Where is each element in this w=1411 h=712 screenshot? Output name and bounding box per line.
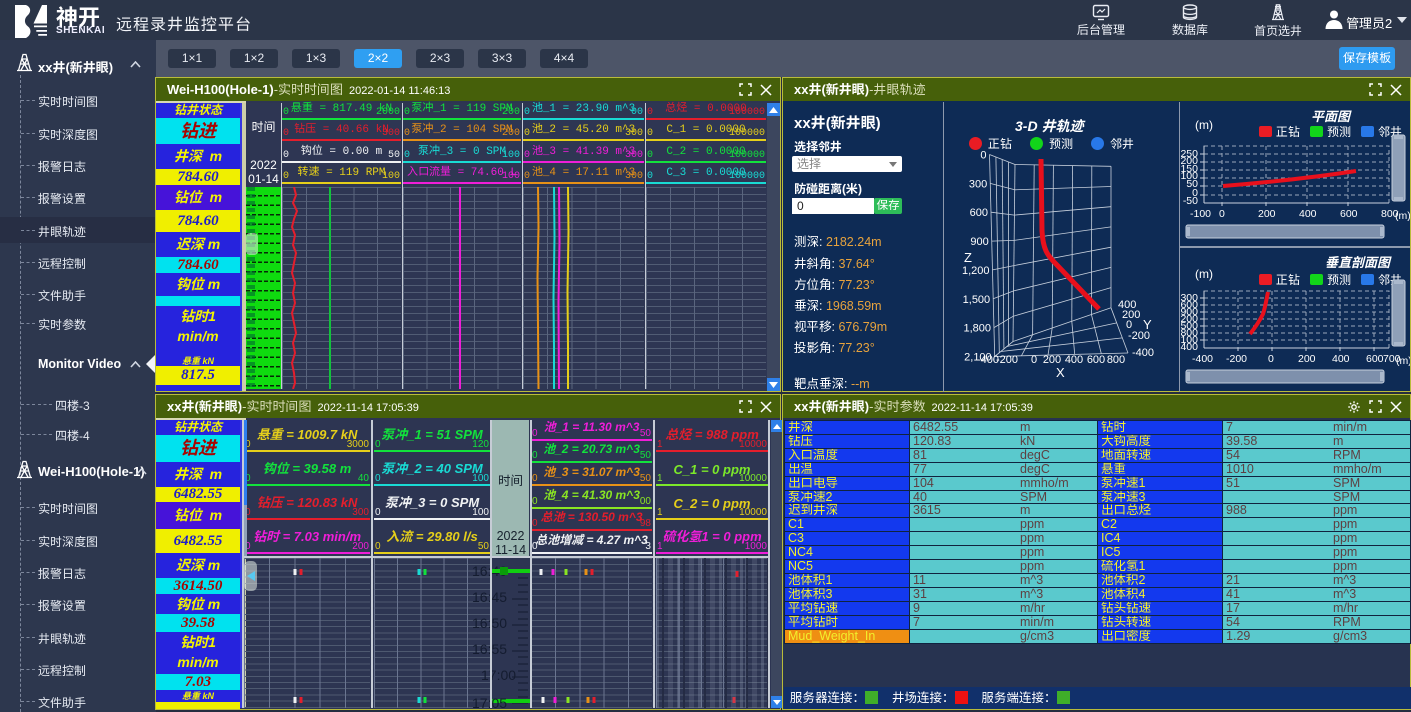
svg-text:(m): (m) xyxy=(1395,210,1410,222)
svg-text:900: 900 xyxy=(970,236,988,248)
svg-text:0: 0 xyxy=(980,150,986,162)
svg-text:0: 0 xyxy=(1031,354,1037,366)
svg-text:-400: -400 xyxy=(1192,353,1213,365)
svg-text:Y: Y xyxy=(1143,317,1152,332)
svg-text:2400: 2400 xyxy=(1180,341,1198,353)
svg-text:600: 600 xyxy=(1366,353,1384,365)
svg-text:-50: -50 xyxy=(1183,195,1198,207)
svg-text:200: 200 xyxy=(1258,208,1276,220)
svg-text:X: X xyxy=(1056,365,1065,380)
svg-text:400: 400 xyxy=(1065,354,1083,366)
svg-text:200: 200 xyxy=(1298,353,1316,365)
svg-text:800: 800 xyxy=(1107,354,1125,366)
svg-text:Z: Z xyxy=(964,250,972,265)
svg-text:0: 0 xyxy=(1219,208,1225,220)
svg-text:1,200: 1,200 xyxy=(962,265,990,277)
svg-text:(m): (m) xyxy=(1396,355,1410,367)
svg-text:600: 600 xyxy=(1340,208,1358,220)
svg-text:0: 0 xyxy=(1268,353,1274,365)
svg-text:-200: -200 xyxy=(996,354,1018,366)
svg-text:300: 300 xyxy=(969,178,987,190)
svg-text:600: 600 xyxy=(970,207,988,219)
svg-text:-100: -100 xyxy=(1190,208,1211,220)
svg-text:-200: -200 xyxy=(1226,353,1247,365)
svg-text:600: 600 xyxy=(1087,354,1105,366)
svg-text:400: 400 xyxy=(1299,208,1317,220)
svg-text:1,500: 1,500 xyxy=(963,294,991,306)
svg-text:-400: -400 xyxy=(1132,347,1154,359)
svg-text:400: 400 xyxy=(1332,353,1350,365)
svg-text:1,800: 1,800 xyxy=(963,323,991,335)
